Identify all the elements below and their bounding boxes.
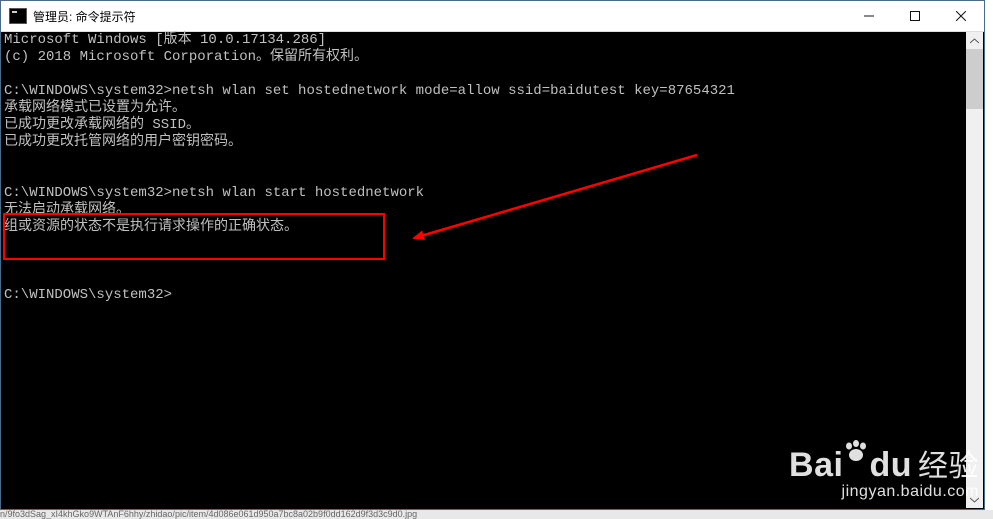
cmd-icon bbox=[9, 8, 27, 24]
scroll-up-button[interactable] bbox=[966, 32, 983, 49]
cmd-window: 管理员: 命令提示符 Microsoft Windows [版本 10.0.17… bbox=[0, 0, 985, 510]
console-output[interactable]: Microsoft Windows [版本 10.0.17134.286] (c… bbox=[2, 32, 966, 508]
client-area: Microsoft Windows [版本 10.0.17134.286] (c… bbox=[2, 32, 983, 508]
page-url-fragment: n/9fo3dSag_xI4khGko9WTAnF6hhy/zhidao/pic… bbox=[0, 510, 993, 519]
titlebar[interactable]: 管理员: 命令提示符 bbox=[1, 1, 984, 32]
scroll-down-button[interactable] bbox=[966, 491, 983, 508]
vertical-scrollbar[interactable] bbox=[966, 32, 983, 508]
maximize-button[interactable] bbox=[892, 1, 938, 31]
minimize-button[interactable] bbox=[846, 1, 892, 31]
window-title: 管理员: 命令提示符 bbox=[33, 8, 136, 25]
scroll-thumb[interactable] bbox=[966, 49, 983, 109]
close-button[interactable] bbox=[938, 1, 984, 31]
